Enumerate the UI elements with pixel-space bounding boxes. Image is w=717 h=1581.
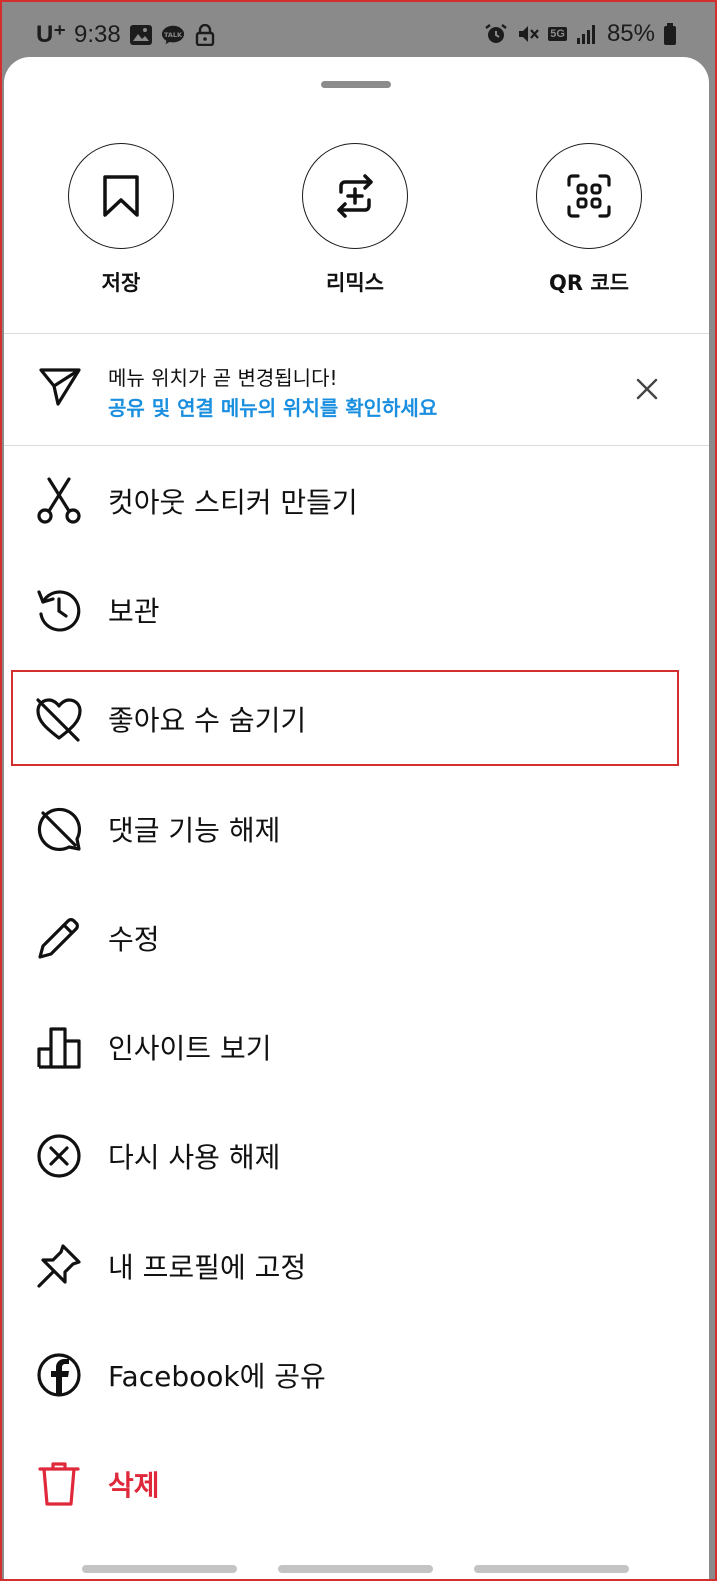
carrier-label: U⁺ bbox=[36, 21, 66, 48]
menu-label-pin-to-profile: 내 프로필에 고정 bbox=[108, 1250, 307, 1284]
remix-label: 리믹스 bbox=[326, 271, 384, 295]
remix-button[interactable]: 리믹스 bbox=[280, 143, 430, 297]
highlight-box bbox=[11, 670, 679, 766]
remix-icon bbox=[337, 174, 373, 218]
menu-label-disable-reuse: 다시 사용 해제 bbox=[108, 1141, 281, 1175]
action-sheet: 저장 리믹스 QR 코드 메뉴 위치가 곧 변경됩니다! 공유 및 연결 메뉴의… bbox=[4, 57, 709, 1579]
menu-item-cutout-sticker[interactable]: 컷아웃 스티커 만들기 bbox=[4, 446, 709, 555]
signal-icon bbox=[576, 25, 595, 44]
archive-history-icon bbox=[37, 590, 81, 632]
lock-icon bbox=[195, 23, 214, 46]
menu-label-archive: 보관 bbox=[108, 594, 160, 628]
talk-icon: TALK bbox=[161, 25, 184, 44]
gallery-icon bbox=[129, 24, 152, 45]
qr-code-label: QR 코드 bbox=[549, 271, 629, 295]
menu-change-notice: 메뉴 위치가 곧 변경됩니다! 공유 및 연결 메뉴의 위치를 확인하세요 bbox=[4, 334, 709, 444]
battery-percent: 85% bbox=[606, 20, 655, 47]
menu-item-turn-off-comments[interactable]: 댓글 기능 해제 bbox=[4, 774, 709, 883]
alarm-icon bbox=[485, 24, 507, 43]
bookmark-icon bbox=[103, 175, 139, 217]
remix-circle[interactable] bbox=[302, 143, 408, 249]
sheet-drag-handle[interactable] bbox=[321, 81, 391, 88]
mute-icon bbox=[519, 26, 540, 42]
menu-item-delete[interactable]: 삭제 bbox=[4, 1430, 709, 1539]
nav-pill-right[interactable] bbox=[474, 1565, 629, 1573]
notice-link[interactable]: 공유 및 연결 메뉴의 위치를 확인하세요 bbox=[108, 392, 437, 421]
qr-code-circle[interactable] bbox=[536, 143, 642, 249]
scissors-icon bbox=[37, 477, 81, 524]
close-icon[interactable] bbox=[634, 376, 660, 402]
top-actions-row: 저장 리믹스 QR 코드 bbox=[4, 143, 709, 303]
status-time: 9:38 bbox=[74, 20, 121, 48]
remove-circle-icon bbox=[37, 1134, 81, 1179]
svg-text:TALK: TALK bbox=[164, 30, 183, 38]
menu-item-disable-reuse[interactable]: 다시 사용 해제 bbox=[4, 1102, 709, 1211]
comment-off-icon bbox=[37, 807, 82, 851]
nav-pill-center[interactable] bbox=[278, 1565, 433, 1573]
send-icon bbox=[39, 368, 81, 406]
gesture-nav-bar bbox=[4, 1565, 709, 1579]
network-type-label: 5G bbox=[548, 27, 567, 41]
pin-icon bbox=[37, 1244, 81, 1288]
menu-item-share-facebook[interactable]: Facebook에 공유 bbox=[4, 1320, 709, 1429]
menu-label-delete: 삭제 bbox=[108, 1469, 160, 1503]
nav-pill-left[interactable] bbox=[82, 1565, 237, 1573]
menu-item-edit[interactable]: 수정 bbox=[4, 883, 709, 992]
insights-icon bbox=[37, 1027, 81, 1069]
menu-label-edit: 수정 bbox=[108, 922, 160, 956]
save-circle[interactable] bbox=[68, 143, 174, 249]
battery-icon bbox=[664, 23, 676, 45]
save-label: 저장 bbox=[101, 271, 141, 295]
qr-code-button[interactable]: QR 코드 bbox=[514, 143, 664, 297]
save-button[interactable]: 저장 bbox=[46, 143, 196, 297]
menu-label-share-facebook: Facebook에 공유 bbox=[108, 1360, 326, 1394]
qr-code-icon bbox=[567, 174, 611, 218]
facebook-icon bbox=[37, 1353, 81, 1397]
menu-label-turn-off-comments: 댓글 기능 해제 bbox=[108, 813, 281, 847]
menu-label-cutout-sticker: 컷아웃 스티커 만들기 bbox=[108, 485, 358, 519]
menu-item-view-insights[interactable]: 인사이트 보기 bbox=[4, 992, 709, 1101]
menu-item-pin-to-profile[interactable]: 내 프로필에 고정 bbox=[4, 1211, 709, 1320]
options-menu: 컷아웃 스티커 만들기 보관 좋아요 수 숨기기 댓글 기능 해제 수정 인사이… bbox=[4, 446, 709, 1539]
trash-icon bbox=[38, 1462, 80, 1506]
status-bar: U⁺ 9:38 TALK 5G 85% bbox=[0, 0, 717, 60]
menu-label-view-insights: 인사이트 보기 bbox=[108, 1032, 272, 1066]
menu-item-archive[interactable]: 보관 bbox=[4, 555, 709, 664]
notice-title: 메뉴 위치가 곧 변경됩니다! bbox=[108, 366, 338, 390]
pencil-icon bbox=[38, 917, 79, 959]
